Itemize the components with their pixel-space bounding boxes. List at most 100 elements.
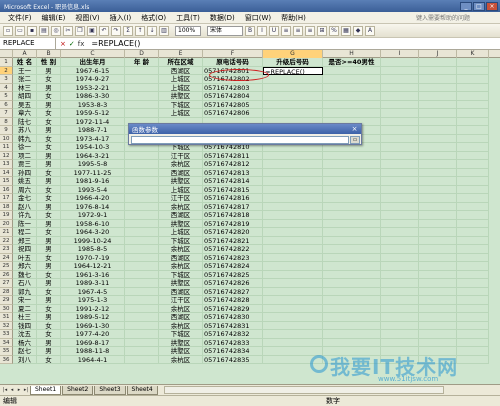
- table-cell[interactable]: 1972-9-1: [61, 211, 125, 220]
- table-cell[interactable]: 女: [37, 270, 61, 279]
- table-cell[interactable]: [323, 262, 381, 271]
- table-cell[interactable]: 女: [37, 109, 61, 118]
- table-cell[interactable]: [381, 211, 419, 220]
- table-cell[interactable]: [323, 151, 381, 160]
- table-cell[interactable]: [419, 117, 457, 126]
- table-cell[interactable]: [419, 177, 457, 186]
- row-header[interactable]: 13: [0, 160, 13, 169]
- table-cell[interactable]: [125, 287, 159, 296]
- table-cell[interactable]: 1958-6-10: [61, 219, 125, 228]
- table-cell[interactable]: [323, 168, 381, 177]
- row-header[interactable]: 2: [0, 66, 13, 75]
- table-cell[interactable]: [381, 219, 419, 228]
- table-cell[interactable]: [323, 109, 381, 118]
- row-header[interactable]: 17: [0, 194, 13, 203]
- table-cell[interactable]: [457, 287, 489, 296]
- table-cell[interactable]: [125, 304, 159, 313]
- underline-icon[interactable]: U: [269, 25, 279, 36]
- header-cell[interactable]: 升级后号码: [263, 58, 323, 67]
- row-header[interactable]: 20: [0, 219, 13, 228]
- table-cell[interactable]: [457, 100, 489, 109]
- table-cell[interactable]: 西湖区: [159, 253, 203, 262]
- select-all-corner[interactable]: [0, 50, 13, 58]
- table-cell[interactable]: [419, 83, 457, 92]
- table-cell[interactable]: [263, 338, 323, 347]
- table-cell[interactable]: 王一: [13, 66, 37, 75]
- table-cell[interactable]: 祝四: [13, 245, 37, 254]
- print-icon[interactable]: ▤: [39, 25, 49, 36]
- table-cell[interactable]: [323, 304, 381, 313]
- table-cell[interactable]: [323, 338, 381, 347]
- header-cell[interactable]: 性 别: [37, 58, 61, 67]
- font-select[interactable]: 宋体: [207, 25, 243, 36]
- table-cell[interactable]: 05716742830: [203, 313, 263, 322]
- table-cell[interactable]: [263, 287, 323, 296]
- table-cell[interactable]: 男: [37, 219, 61, 228]
- table-cell[interactable]: [457, 313, 489, 322]
- table-cell[interactable]: [381, 313, 419, 322]
- table-cell[interactable]: [381, 109, 419, 118]
- table-cell[interactable]: [457, 304, 489, 313]
- last-sheet-icon[interactable]: ▸|: [23, 387, 29, 394]
- table-cell[interactable]: [381, 347, 419, 356]
- table-cell[interactable]: 西湖区: [159, 168, 203, 177]
- row-header[interactable]: 29: [0, 296, 13, 305]
- header-cell[interactable]: 年 龄: [125, 58, 159, 67]
- sort-asc-icon[interactable]: ↑: [135, 25, 145, 36]
- table-cell[interactable]: [419, 296, 457, 305]
- table-cell[interactable]: [263, 253, 323, 262]
- table-cell[interactable]: [323, 313, 381, 322]
- menu-data[interactable]: 数据(D): [205, 13, 240, 23]
- table-cell[interactable]: [263, 313, 323, 322]
- column-header-h[interactable]: H: [323, 50, 381, 58]
- table-cell[interactable]: 钱四: [13, 321, 37, 330]
- row-header[interactable]: 7: [0, 109, 13, 118]
- table-cell[interactable]: 05716742811: [203, 151, 263, 160]
- table-cell[interactable]: 郑三: [13, 236, 37, 245]
- table-cell[interactable]: [457, 270, 489, 279]
- cancel-icon[interactable]: ×: [60, 40, 66, 48]
- table-cell[interactable]: 1964-3-21: [61, 151, 125, 160]
- table-cell[interactable]: [381, 168, 419, 177]
- table-cell[interactable]: 余杭区: [159, 304, 203, 313]
- table-cell[interactable]: 徐一: [13, 143, 37, 152]
- table-cell[interactable]: 西湖区: [159, 313, 203, 322]
- table-cell[interactable]: [381, 134, 419, 143]
- table-cell[interactable]: 女: [37, 228, 61, 237]
- cut-icon[interactable]: ✂: [63, 25, 73, 36]
- table-cell[interactable]: 1966-4-20: [61, 194, 125, 203]
- table-cell[interactable]: [419, 92, 457, 101]
- table-cell[interactable]: [381, 117, 419, 126]
- align-left-icon[interactable]: ≡: [281, 25, 291, 36]
- row-header[interactable]: 14: [0, 168, 13, 177]
- sum-icon[interactable]: Σ: [123, 25, 133, 36]
- table-cell[interactable]: 男: [37, 151, 61, 160]
- table-cell[interactable]: 沈五: [13, 330, 37, 339]
- row-header[interactable]: 36: [0, 355, 13, 364]
- row-header[interactable]: 5: [0, 92, 13, 101]
- table-cell[interactable]: [381, 287, 419, 296]
- table-cell[interactable]: 1967-4-5: [61, 287, 125, 296]
- table-cell[interactable]: 张二: [13, 75, 37, 84]
- header-cell[interactable]: 所在区域: [159, 58, 203, 67]
- table-cell[interactable]: 1999-10-24: [61, 236, 125, 245]
- table-cell[interactable]: [263, 330, 323, 339]
- table-cell[interactable]: 05716742823: [203, 253, 263, 262]
- table-cell[interactable]: [125, 296, 159, 305]
- table-cell[interactable]: [323, 75, 381, 84]
- tab-sheet3[interactable]: Sheet3: [94, 385, 126, 395]
- table-cell[interactable]: [419, 168, 457, 177]
- table-cell[interactable]: 拱墅区: [159, 92, 203, 101]
- table-cell[interactable]: [419, 338, 457, 347]
- table-cell[interactable]: 女: [37, 194, 61, 203]
- table-cell[interactable]: [381, 202, 419, 211]
- table-cell[interactable]: [419, 143, 457, 152]
- table-cell[interactable]: [381, 253, 419, 262]
- next-sheet-icon[interactable]: ▸: [16, 387, 22, 394]
- table-cell[interactable]: 1995-5-8: [61, 160, 125, 169]
- table-cell[interactable]: [381, 92, 419, 101]
- table-cell[interactable]: [323, 177, 381, 186]
- table-cell[interactable]: [419, 262, 457, 271]
- table-cell[interactable]: [419, 202, 457, 211]
- table-cell[interactable]: [419, 211, 457, 220]
